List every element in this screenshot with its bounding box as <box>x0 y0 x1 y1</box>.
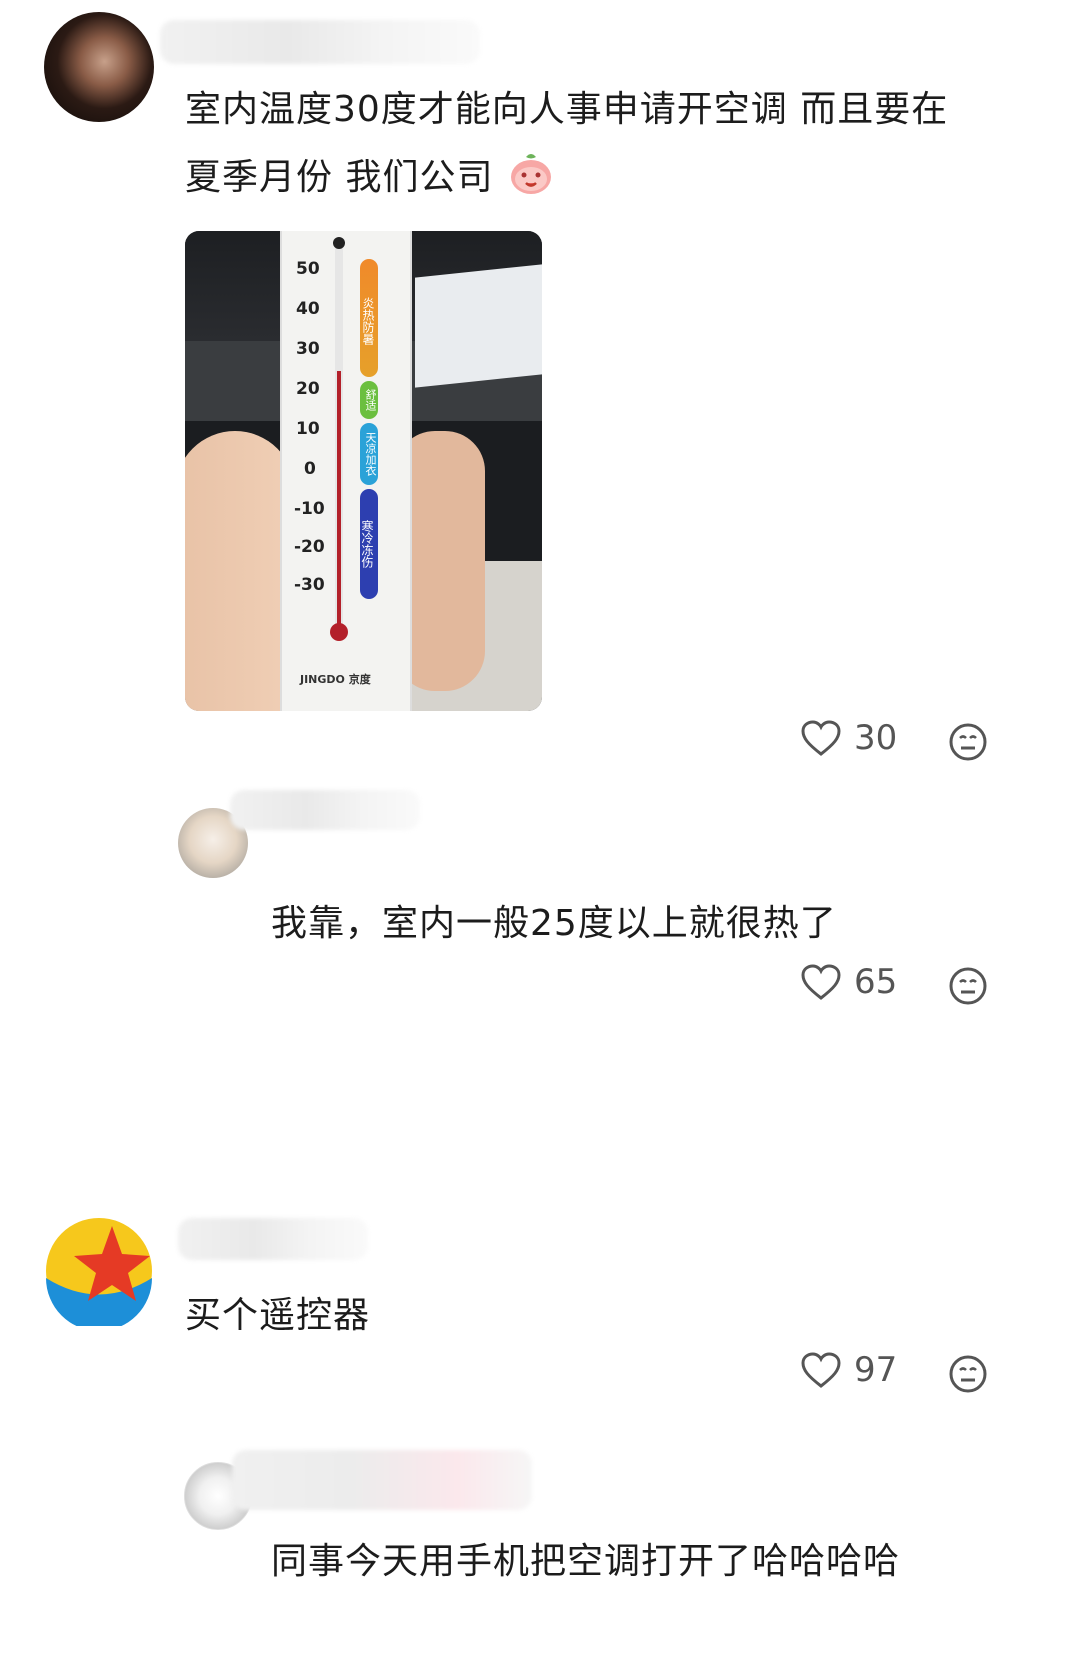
scale-label-50: 50 <box>296 259 320 279</box>
scale-label-0: 0 <box>304 459 316 479</box>
scale-label-minus30: -30 <box>294 575 325 595</box>
meh-face-icon[interactable] <box>948 966 988 1006</box>
scale-label-40: 40 <box>296 299 320 319</box>
meh-face-icon[interactable] <box>948 1354 988 1394</box>
like-count: 30 <box>854 718 898 758</box>
heart-outline-icon <box>801 1352 841 1388</box>
avatar[interactable] <box>44 12 154 122</box>
scale-label-30: 30 <box>296 339 320 359</box>
username-blurred[interactable] <box>230 790 420 830</box>
scale-label-10: 10 <box>296 419 320 439</box>
zone-comfort: 舒适 <box>360 381 378 419</box>
heart-outline-icon <box>801 964 841 1000</box>
like-count: 65 <box>854 962 898 1002</box>
comment-text: 室内温度30度才能向人事申请开空调 而且要在 <box>185 89 949 130</box>
thermometer-bulb <box>330 623 348 641</box>
zone-cold: 寒冷冻伤 <box>360 489 378 599</box>
comment-text: 我靠，室内一般25度以上就很热了 <box>271 903 837 944</box>
thermometer-cap <box>333 237 345 249</box>
like-button[interactable]: 30 <box>800 718 897 758</box>
like-button[interactable]: 97 <box>800 1350 897 1390</box>
thermometer-brand: JINGDO 京度 <box>300 673 371 686</box>
zone-cool: 天凉加衣 <box>360 423 378 485</box>
username-blurred[interactable] <box>178 1218 368 1260</box>
username-blurred[interactable] <box>160 20 480 64</box>
username-blurred[interactable] <box>232 1450 532 1510</box>
thermometer-mercury <box>337 371 341 631</box>
comment-text: 同事今天用手机把空调打开了哈哈哈哈 <box>271 1541 901 1582</box>
comment-image-thermometer[interactable]: 50 40 30 20 10 0 -10 -20 -30 炎热防暑 舒适 天凉加… <box>185 231 542 711</box>
scale-label-minus20: -20 <box>294 537 325 557</box>
avatar-star-ball[interactable] <box>44 1216 154 1326</box>
heart-outline-icon <box>801 720 841 756</box>
like-count: 97 <box>854 1350 898 1390</box>
photo-paper <box>415 264 542 388</box>
comment-text-line2: 夏季月份 我们公司 <box>185 148 556 208</box>
zone-hot: 炎热防暑 <box>360 259 378 377</box>
comment-text: 买个遥控器 <box>185 1295 371 1336</box>
scale-label-minus10: -10 <box>294 499 325 519</box>
meh-face-icon[interactable] <box>948 722 988 762</box>
photo-hand <box>185 431 295 711</box>
thermometer-card: 50 40 30 20 10 0 -10 -20 -30 炎热防暑 舒适 天凉加… <box>280 231 412 711</box>
peach-emoji <box>510 154 551 194</box>
like-button[interactable]: 65 <box>800 962 897 1002</box>
scale-label-20: 20 <box>296 379 320 399</box>
